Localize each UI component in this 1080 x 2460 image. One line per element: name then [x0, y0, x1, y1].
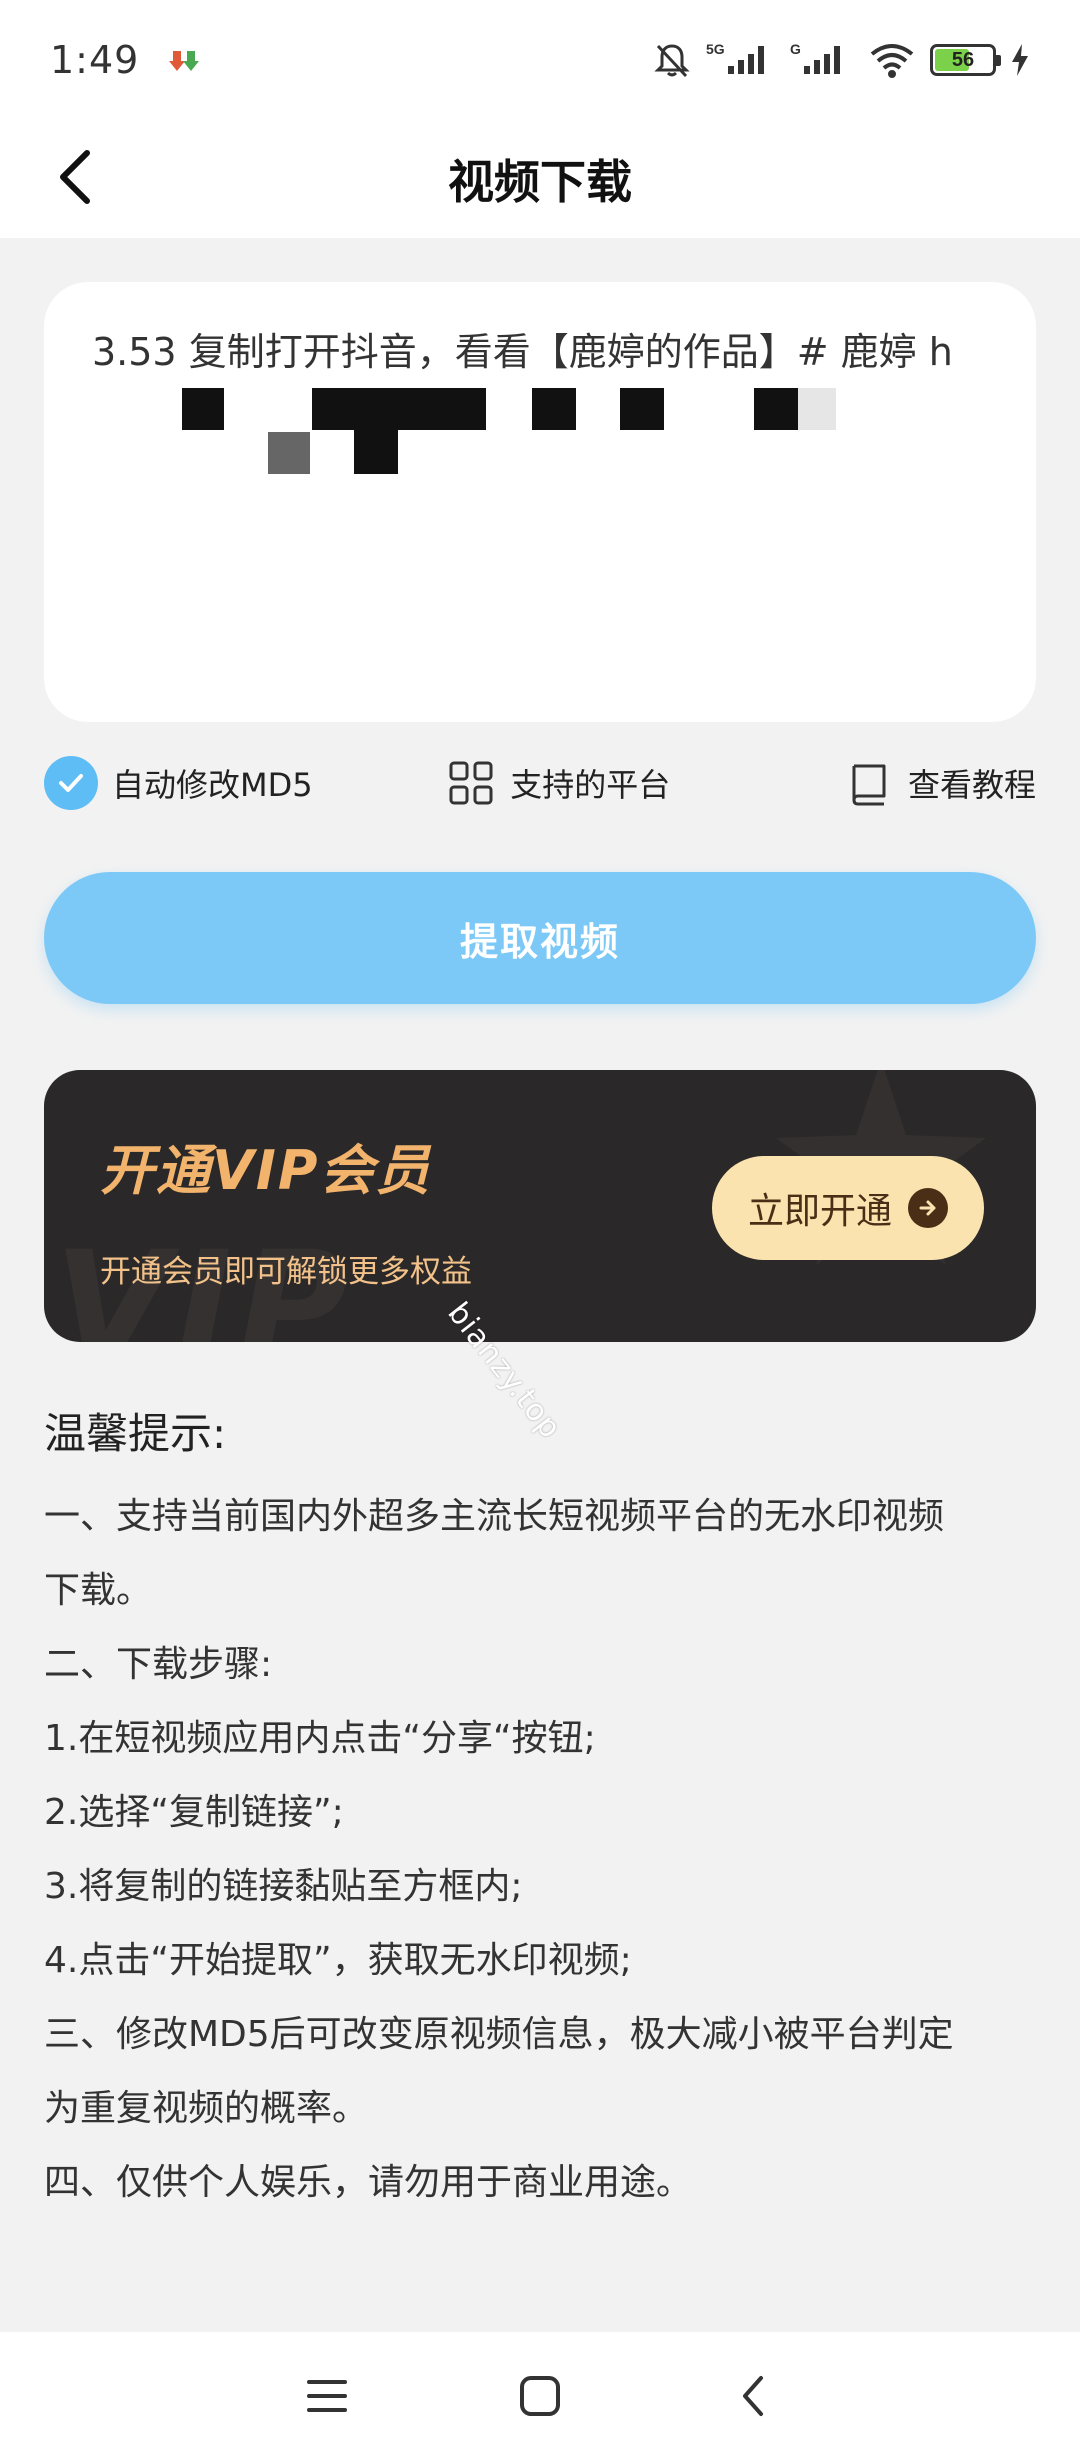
vip-subtitle: 开通会员即可解锁更多权益 — [100, 1254, 472, 1290]
page-title: 视频下载 — [448, 155, 632, 209]
vip-open-button[interactable]: 立即开通 — [712, 1156, 984, 1260]
checkmark-icon — [59, 774, 83, 792]
extract-video-label: 提取视频 — [459, 921, 620, 964]
tip-line: 3.将复制的链接黏贴至方框内; — [44, 1866, 523, 1907]
battery-level: 56 — [951, 48, 975, 71]
back-triangle-icon — [743, 2376, 764, 2416]
tip-line: 一、支持当前国内外超多主流长短视频平台的无水印视频 — [44, 1496, 945, 1537]
back-button[interactable] — [40, 142, 110, 212]
auto-md5-label: 自动修改MD5 — [112, 766, 313, 804]
vip-title: 开通VIP会员 — [100, 1139, 432, 1202]
vip-open-label: 立即开通 — [747, 1191, 892, 1232]
mute-bell-icon — [654, 44, 690, 78]
battery-icon: 56 — [930, 44, 1001, 76]
tip-line: 四、仅供个人娱乐，请勿用于商业用途。 — [44, 2162, 693, 2203]
download-app-icon — [169, 51, 200, 71]
status-icons: 5G G 56 — [652, 40, 1030, 80]
checkbox-checked-icon[interactable] — [44, 756, 98, 810]
tip-line: 1.在短视频应用内点击“分享“按钮; — [44, 1718, 596, 1759]
chevron-left-icon — [60, 150, 90, 204]
charging-bolt-icon — [1012, 44, 1028, 76]
vip-banner[interactable]: VIP 开通VIP会员 开通会员即可解锁更多权益 立即开通 — [44, 1070, 1036, 1342]
link-input-text[interactable]: 3.53 复制打开抖音，看看【鹿婷的作品】# 鹿婷 h PX:/ ( — [92, 326, 988, 486]
link-input-box[interactable]: 3.53 复制打开抖音，看看【鹿婷的作品】# 鹿婷 h PX:/ ( — [44, 282, 1036, 722]
tip-line: 三、修改MD5后可改变原视频信息，极大减小被平台判定 — [44, 2014, 954, 2055]
page-header: 视频下载 — [0, 120, 1080, 238]
auto-md5-option[interactable]: 自动修改MD5 — [44, 756, 313, 810]
tips-list: 一、支持当前国内外超多主流长短视频平台的无水印视频 下载。 二、下载步骤: 1.… — [44, 1480, 1044, 2220]
tip-line: 下载。 — [44, 1570, 153, 1611]
tutorial-label: 查看教程 — [907, 766, 1036, 804]
extract-video-button[interactable]: 提取视频 — [44, 872, 1036, 1004]
options-row: 自动修改MD5 支持的平台 查看教程 — [44, 748, 1036, 818]
book-icon — [852, 764, 886, 806]
grid-icon — [449, 761, 493, 805]
nav-back-button[interactable] — [718, 2361, 788, 2431]
tip-line: 二、下载步骤: — [44, 1644, 273, 1685]
signal-5g-icon: 5G — [706, 41, 764, 74]
system-nav-bar — [0, 2332, 1080, 2460]
network-label-5g: 5G — [706, 41, 725, 57]
tips-title: 温馨提示: — [44, 1409, 227, 1458]
wifi-icon — [870, 44, 914, 78]
tip-line: 2.选择“复制链接”; — [44, 1792, 344, 1833]
home-square-icon — [519, 2376, 560, 2416]
tutorial-link[interactable]: 查看教程 — [846, 760, 1036, 806]
arrow-right-icon — [908, 1188, 948, 1228]
nav-home-button[interactable] — [505, 2361, 575, 2431]
platforms-label: 支持的平台 — [510, 766, 671, 804]
signal-g-icon: G — [790, 41, 840, 74]
status-time: 1:49 — [50, 38, 140, 82]
menu-icon — [306, 2380, 347, 2412]
nav-menu-button[interactable] — [292, 2361, 362, 2431]
supported-platforms-link[interactable]: 支持的平台 — [448, 760, 670, 806]
status-bar: 1:49 5G G 56 — [0, 0, 1080, 120]
tip-line: 为重复视频的概率。 — [44, 2088, 369, 2129]
network-label-g: G — [790, 41, 801, 57]
tip-line: 4.点击“开始提取”，获取无水印视频; — [44, 1940, 632, 1981]
